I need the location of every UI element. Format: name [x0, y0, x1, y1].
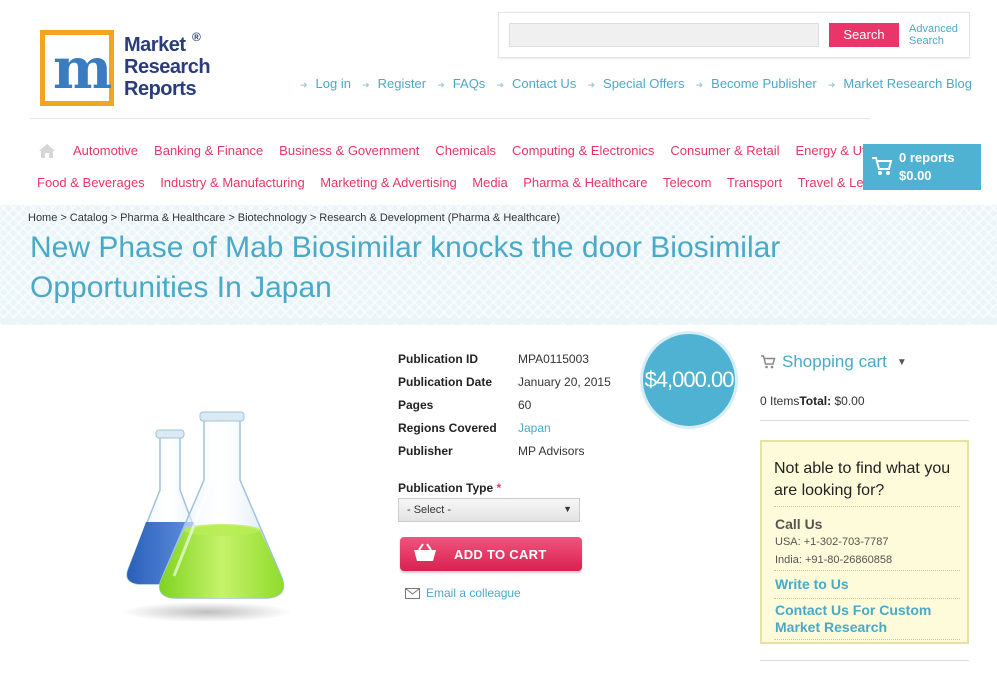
- category-link[interactable]: Industry & Manufacturing: [160, 175, 305, 190]
- detail-label: Publication Date: [398, 375, 493, 389]
- detail-row: Pages 60: [398, 398, 611, 421]
- page-title: New Phase of Mab Biosimilar knocks the d…: [30, 231, 781, 304]
- header-divider: [30, 118, 870, 119]
- price-badge: $4,000.00: [640, 331, 738, 429]
- divider: [774, 639, 960, 640]
- help-box: Not able to find what you are looking fo…: [760, 440, 969, 644]
- site-logo[interactable]: m Market Research Reports ®: [40, 30, 220, 110]
- detail-row: Publisher MP Advisors: [398, 444, 611, 467]
- category-link[interactable]: Pharma & Healthcare: [523, 175, 647, 190]
- category-link[interactable]: Computing & Electronics: [512, 143, 654, 158]
- category-nav-row-2: Food & Beverages Industry & Manufacturin…: [37, 175, 907, 190]
- breadcrumb-link[interactable]: Biotechnology: [238, 212, 307, 224]
- logo-mark: m: [40, 30, 114, 106]
- breadcrumb-link[interactable]: Research & Development (Pharma & Healthc…: [319, 212, 560, 224]
- region-link[interactable]: Japan: [518, 421, 551, 444]
- add-to-cart-button[interactable]: ADD TO CART: [400, 537, 582, 571]
- faqs-link[interactable]: ➜ FAQs: [437, 76, 485, 91]
- email-colleague-link[interactable]: Email a colleague: [405, 586, 521, 600]
- detail-value: January 20, 2015: [518, 375, 611, 389]
- arrow-icon: ➜: [300, 80, 308, 90]
- category-link[interactable]: Transport: [727, 175, 782, 190]
- publication-type-label: Publication Type *: [398, 481, 502, 495]
- detail-label: Publisher: [398, 444, 453, 458]
- call-us-heading: Call Us: [775, 516, 823, 532]
- register-link[interactable]: ➜ Register: [362, 76, 426, 91]
- home-icon[interactable]: [38, 143, 56, 159]
- login-link[interactable]: ➜ Log in: [300, 76, 351, 91]
- arrow-icon: ➜: [496, 80, 505, 90]
- shopping-cart-heading[interactable]: Shopping cart ▼: [760, 352, 907, 372]
- help-title: Not able to find what you are looking fo…: [774, 460, 951, 499]
- arrow-icon: ➜: [362, 80, 370, 90]
- flask-image: [122, 411, 292, 622]
- category-link[interactable]: Consumer & Retail: [670, 143, 779, 158]
- detail-value: MP Advisors: [518, 444, 585, 458]
- chevron-down-icon: ▼: [896, 356, 907, 368]
- logo-registered-mark: ®: [192, 30, 201, 44]
- arrow-icon: ➜: [827, 80, 836, 90]
- usa-phone: USA: +1-302-703-7787: [775, 536, 889, 548]
- detail-row: Publication Date January 20, 2015: [398, 375, 611, 398]
- arrow-icon: ➜: [695, 80, 704, 90]
- search-button[interactable]: Search: [829, 23, 899, 47]
- detail-row: Publication ID MPA0115003: [398, 352, 611, 375]
- detail-value: MPA0115003: [518, 352, 589, 366]
- breadcrumb-link[interactable]: Catalog: [70, 212, 108, 224]
- advanced-search-link[interactable]: Advanced Search: [909, 23, 969, 47]
- divider: [760, 420, 969, 421]
- publication-type-select[interactable]: - Select - ▼: [398, 498, 580, 522]
- contact-us-link[interactable]: ➜ Contact Us: [496, 76, 576, 91]
- divider: [774, 570, 960, 571]
- cart-totals: 0 ItemsTotal: $0.00: [760, 394, 865, 408]
- category-link[interactable]: Banking & Finance: [154, 143, 263, 158]
- arrow-icon: ➜: [587, 80, 596, 90]
- blog-link[interactable]: ➜ Market Research Blog: [828, 76, 972, 91]
- top-navigation: ➜ Log in ➜ Register ➜ FAQs ➜ Contact Us ➜ Spe…: [300, 76, 972, 91]
- basket-icon: [414, 543, 436, 561]
- search-bar: Search Advanced Search: [498, 12, 970, 58]
- category-link[interactable]: Food & Beverages: [37, 175, 145, 190]
- category-link[interactable]: Media: [472, 175, 507, 190]
- cart-summary: 0 reports $0.00: [899, 150, 955, 183]
- search-input[interactable]: [509, 23, 819, 47]
- detail-label: Publication ID: [398, 352, 479, 366]
- special-offers-link[interactable]: ➜ Special Offers: [587, 76, 684, 91]
- custom-research-link[interactable]: Contact Us For Custom Market Research: [775, 602, 955, 636]
- category-nav-row-1: Automotive Banking & Finance Business & …: [73, 143, 910, 158]
- category-link[interactable]: Telecom: [663, 175, 711, 190]
- breadcrumb-link[interactable]: Home: [28, 212, 57, 224]
- detail-row: Regions Covered Japan: [398, 421, 611, 444]
- banner-edge: [0, 318, 997, 325]
- india-phone: India: +91-80-26860858: [775, 554, 893, 566]
- detail-label: Regions Covered: [398, 421, 497, 435]
- detail-label: Pages: [398, 398, 434, 412]
- category-link[interactable]: Automotive: [73, 143, 138, 158]
- publication-details: Publication ID MPA0115003 Publication Dat…: [398, 352, 611, 467]
- category-link[interactable]: Business & Government: [279, 143, 419, 158]
- breadcrumb: Home > Catalog > Pharma & Healthcare > Biotech…: [28, 212, 561, 224]
- divider: [774, 598, 960, 599]
- arrow-icon: ➜: [437, 80, 445, 90]
- page: m Market Research Reports ® Search Advan…: [0, 0, 997, 689]
- envelope-icon: [405, 587, 420, 599]
- breadcrumb-link[interactable]: Pharma & Healthcare: [120, 212, 225, 224]
- cart-icon: [761, 355, 776, 369]
- divider: [774, 506, 960, 507]
- category-link[interactable]: Chemicals: [435, 143, 496, 158]
- write-to-us-link[interactable]: Write to Us: [775, 576, 955, 593]
- divider: [760, 660, 969, 661]
- category-link[interactable]: Marketing & Advertising: [320, 175, 457, 190]
- become-publisher-link[interactable]: ➜ Become Publisher: [696, 76, 817, 91]
- cart-icon: [872, 157, 893, 175]
- header-cart-button[interactable]: 0 reports $0.00: [863, 144, 981, 190]
- dropdown-arrow-icon: ▼: [563, 504, 572, 514]
- detail-value: 60: [518, 398, 532, 412]
